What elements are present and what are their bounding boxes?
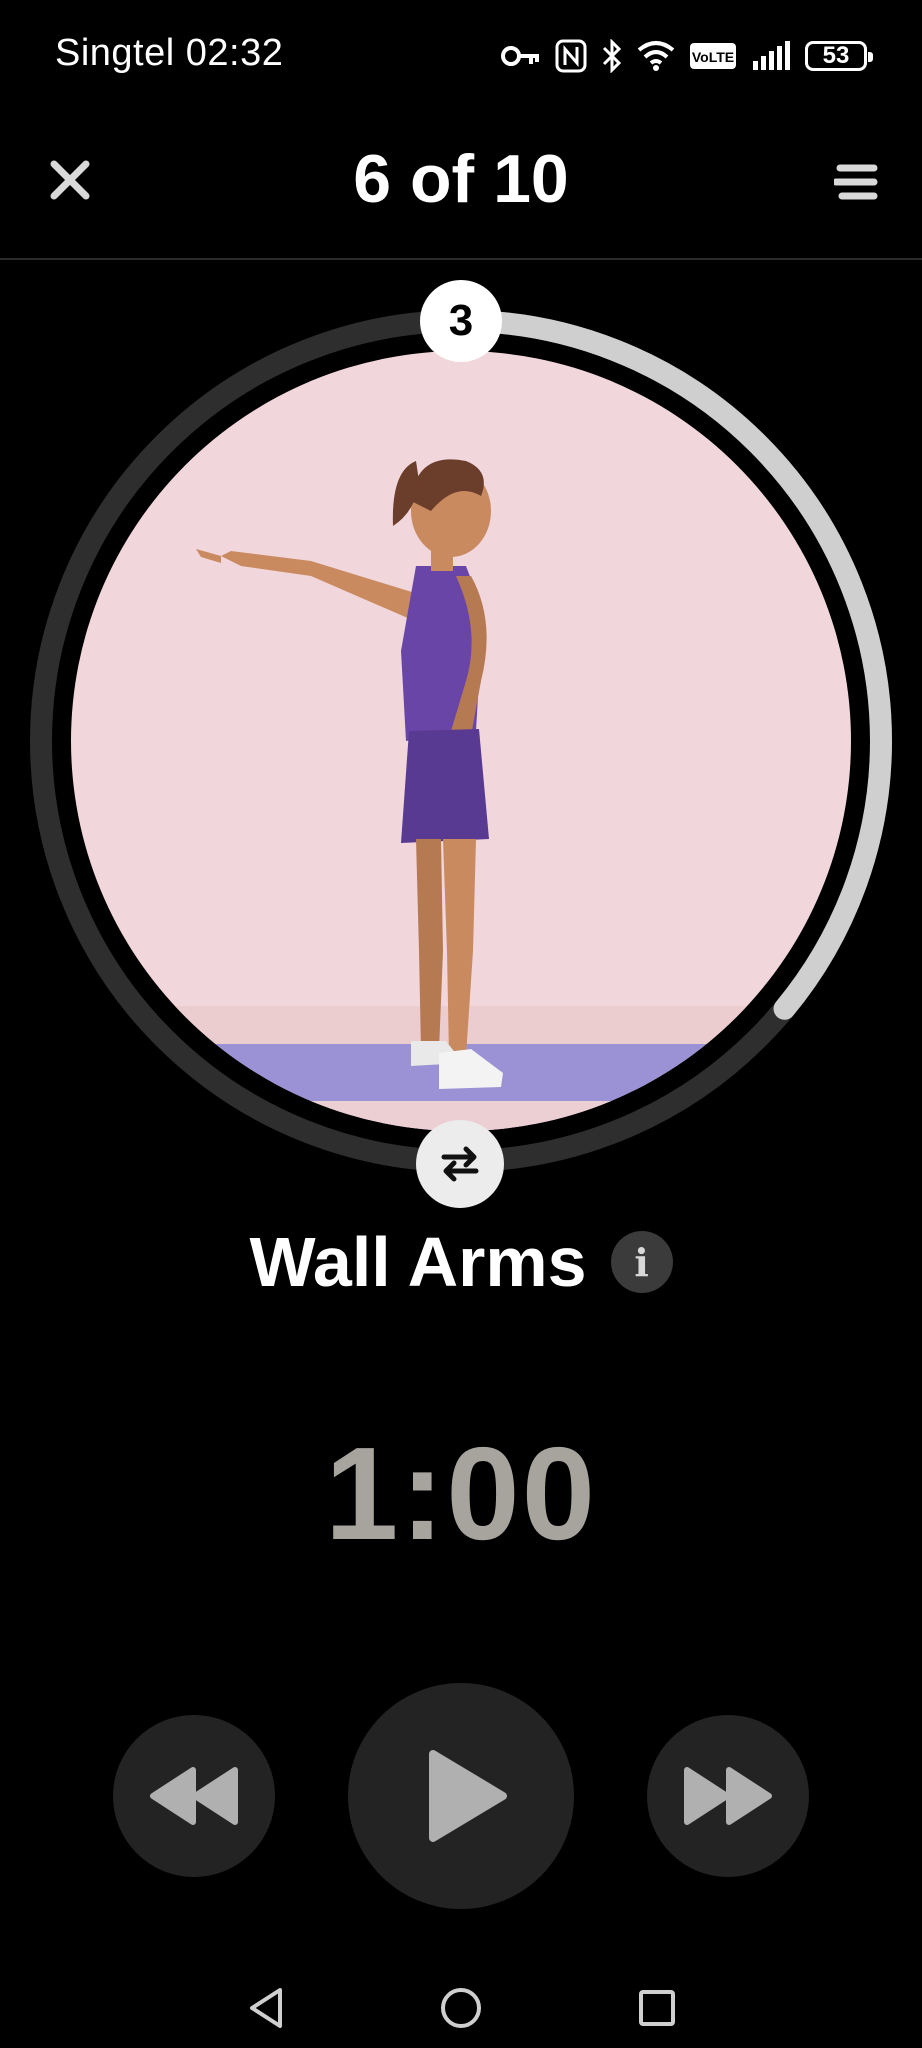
key-icon — [501, 42, 541, 70]
recents-square-icon — [639, 1990, 675, 2026]
swap-arrows-icon — [441, 1146, 479, 1182]
nav-recents-button[interactable] — [627, 1978, 687, 2038]
info-icon: i — [634, 1239, 649, 1285]
list-icon — [834, 164, 878, 200]
back-triangle-icon — [250, 1988, 282, 2028]
battery-level: 53 — [822, 42, 850, 69]
swap-exercise-button[interactable] — [416, 1120, 504, 1208]
play-icon — [429, 1750, 507, 1842]
bluetooth-icon — [601, 39, 623, 73]
exercise-progress-ring: 3 — [28, 280, 894, 1208]
play-button[interactable] — [348, 1683, 574, 1909]
set-number: 3 — [448, 296, 474, 345]
workout-header: 6 of 10 — [0, 112, 922, 260]
exercise-timer: 1:00 — [324, 1420, 598, 1567]
home-circle-icon — [441, 1988, 481, 2028]
status-time: 02:32 — [185, 32, 284, 74]
nav-home-button[interactable] — [431, 1978, 491, 2038]
exercise-name: Wall Arms — [249, 1223, 587, 1301]
previous-exercise-button[interactable] — [113, 1715, 275, 1877]
next-exercise-button[interactable] — [647, 1715, 809, 1877]
info-button[interactable]: i — [610, 1231, 673, 1293]
exercise-progress-title: 6 of 10 — [353, 141, 569, 217]
status-bar: Singtel 02:32 VoLTE 53 — [0, 0, 922, 112]
exercise-illustration — [71, 351, 851, 1131]
nav-back-button[interactable] — [236, 1978, 296, 2038]
volte-label: VoLTE — [692, 49, 734, 65]
rewind-icon — [150, 1767, 238, 1825]
exercise-list-button[interactable] — [826, 152, 886, 212]
exercise-title-row: Wall Arms i — [0, 1222, 922, 1302]
playback-controls — [0, 1680, 922, 1910]
system-nav-bar — [0, 1958, 922, 2048]
wifi-icon — [637, 40, 675, 72]
set-number-badge: 3 — [420, 280, 502, 362]
nfc-icon — [555, 39, 587, 73]
status-icons: VoLTE 53 — [501, 36, 873, 76]
signal-icon — [751, 41, 791, 71]
fast-forward-icon — [684, 1767, 772, 1825]
battery-icon: 53 — [805, 41, 873, 71]
volte-icon: VoLTE — [689, 42, 737, 70]
carrier-name: Singtel — [55, 32, 175, 74]
carrier-time: Singtel 02:32 — [55, 32, 283, 75]
